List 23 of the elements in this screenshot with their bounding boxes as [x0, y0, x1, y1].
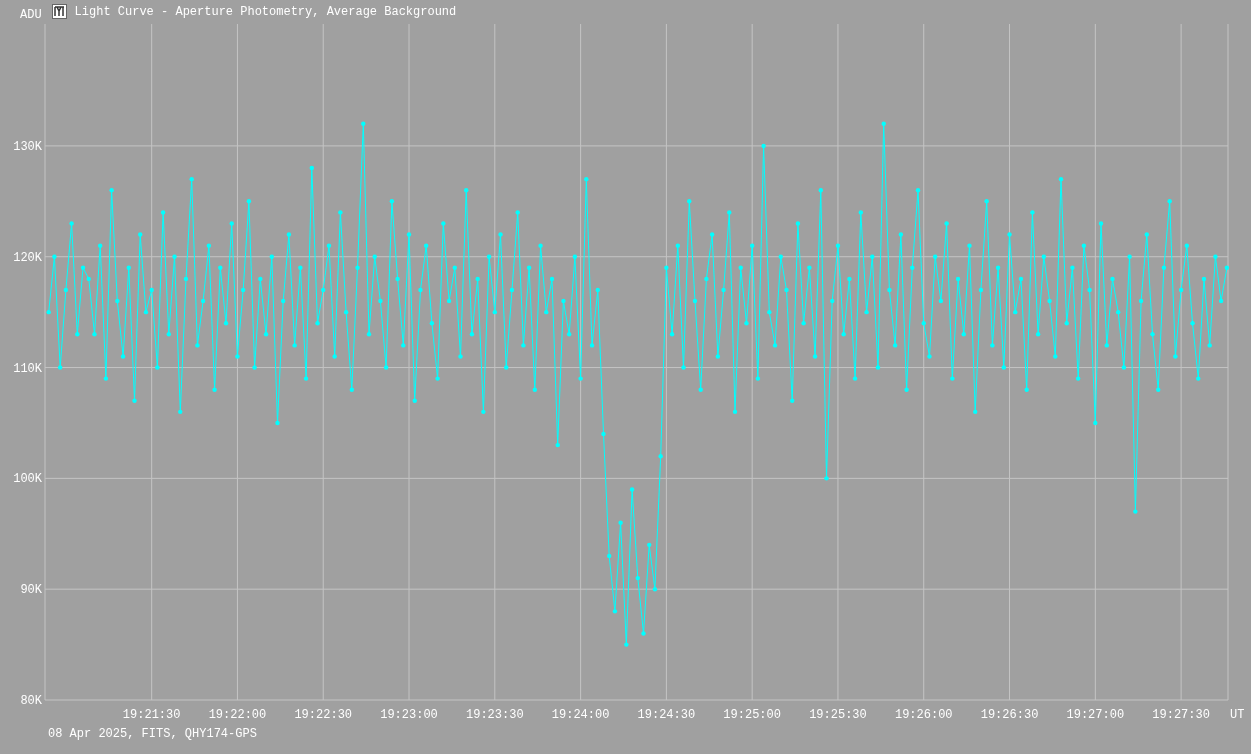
- x-tick-label: 19:23:30: [466, 708, 524, 722]
- x-tick-label: 19:25:00: [723, 708, 781, 722]
- x-tick-label: 19:22:30: [294, 708, 353, 722]
- axis-label: UT: [1230, 708, 1245, 722]
- y-tick-label: 80K: [20, 694, 42, 708]
- y-tick-label: 100K: [13, 472, 42, 487]
- x-tick-label: 19:27:00: [1066, 708, 1125, 722]
- y-tick-label: 90K: [20, 583, 42, 598]
- x-tick-label: 19:25:30: [809, 708, 867, 722]
- x-tick-label: 19:21:30: [122, 708, 181, 722]
- x-tick-label: 19:23:00: [380, 708, 438, 722]
- x-tick-label: 19:24:00: [551, 708, 610, 722]
- x-tick-label: 19:26:00: [894, 708, 953, 722]
- y-tick-label: 120K: [13, 250, 42, 265]
- x-tick-label: 19:22:00: [208, 708, 267, 722]
- window-title: Light Curve - Aperture Photometry, Average Background: [74, 5, 457, 18]
- x-tick-label: 19:27:30: [1152, 708, 1210, 722]
- x-tick-label: 19:26:30: [980, 708, 1039, 722]
- axis-label: ADU: [20, 9, 42, 21]
- x-tick-label: 19:24:30: [637, 708, 696, 722]
- y-tick-label: 130K: [13, 139, 42, 154]
- y-tick-label: 110K: [13, 361, 42, 376]
- footer-caption: 08 Apr 2025, FITS, QHY174-GPS: [48, 728, 258, 740]
